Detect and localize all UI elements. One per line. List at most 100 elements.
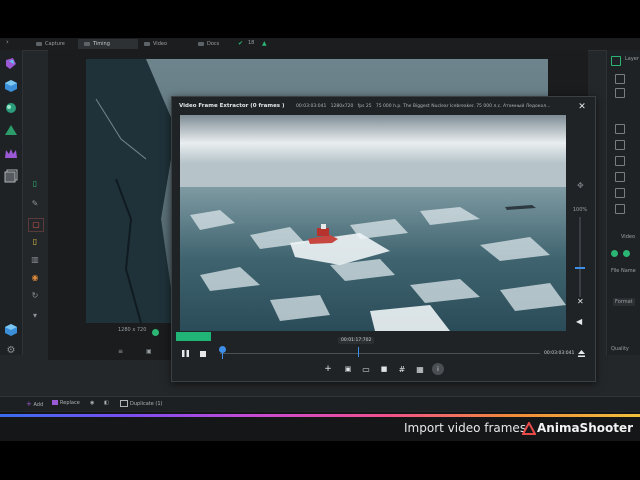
file-name-label: File Name	[611, 268, 636, 274]
pin-icon[interactable]	[615, 74, 625, 84]
mountain-tool-icon[interactable]	[3, 122, 19, 138]
lock-icon[interactable]: ▣	[146, 348, 152, 355]
docs-icon	[198, 41, 204, 46]
loop-icon[interactable]: ↻	[28, 290, 42, 302]
in-point-line	[222, 353, 223, 359]
layer-icon-2[interactable]	[615, 140, 625, 150]
tag-icon[interactable]	[615, 204, 625, 214]
move-icon[interactable]: ✥	[577, 181, 584, 190]
video-check-icon-2[interactable]	[623, 250, 630, 257]
info-icon[interactable]: i	[432, 363, 444, 375]
tab-video-label: Video	[153, 41, 168, 47]
frames-tool-icon[interactable]	[3, 168, 19, 184]
format-dropdown[interactable]: Format	[613, 298, 635, 306]
brush-icon[interactable]: ✎	[28, 198, 42, 210]
grid-icon[interactable]	[615, 188, 625, 198]
replace-label: Replace	[60, 400, 80, 406]
timecode: 00:03:03:041	[296, 104, 327, 109]
background-check-icon[interactable]	[152, 329, 159, 336]
duplicate-button[interactable]: Duplicate (1)	[120, 400, 163, 407]
video-icon	[144, 41, 150, 46]
record-box-icon[interactable]: ▢	[28, 218, 44, 232]
tab-timing[interactable]: Timing	[78, 39, 138, 49]
video-preview[interactable]	[180, 115, 566, 331]
end-time: 00:03:03:041	[544, 351, 575, 356]
volume-icon[interactable]: ◀	[576, 317, 582, 326]
options-icon[interactable]: ≡	[118, 348, 123, 355]
tab-capture[interactable]: Capture	[30, 39, 71, 49]
animashooter-logo-icon	[522, 422, 536, 435]
dialog-toolbar: + ▣ ▭ ■ # ▦ i	[172, 363, 595, 377]
layers-label: Layer	[625, 56, 639, 62]
layers-icon[interactable]	[611, 56, 621, 66]
zoom-level: 100%	[572, 207, 588, 213]
screen-icon[interactable]: ■	[378, 363, 390, 375]
cube-tool-icon[interactable]	[3, 78, 19, 94]
timing-icon	[84, 41, 90, 46]
stop-icon[interactable]	[200, 351, 206, 357]
sliders-icon[interactable]	[615, 88, 625, 98]
tab-capture-label: Capture	[45, 41, 65, 47]
left-toolbar: ⚙	[0, 50, 23, 358]
crosshair-icon[interactable]: +	[322, 363, 334, 375]
tab-docs[interactable]: Docs	[192, 39, 225, 49]
hash-grid-icon[interactable]: #	[396, 363, 408, 375]
tab-docs-label: Docs	[207, 41, 220, 47]
replace-icon	[52, 400, 58, 405]
right-panel: Layer Video File Name Format Quality	[606, 50, 640, 355]
scrub-track[interactable]	[220, 353, 540, 354]
layer-icon-4[interactable]	[615, 172, 625, 182]
replace-button[interactable]: Replace	[52, 400, 80, 406]
zoom-slider-knob[interactable]	[575, 267, 585, 269]
brand-name: AnimaShooter	[537, 421, 634, 435]
bottom-toolbar: + Add Replace ◉ ◧ Duplicate (1)	[0, 396, 640, 411]
current-time-bubble: 00:01:17:702	[338, 337, 375, 344]
frame-select-icon[interactable]: ▣	[342, 363, 354, 375]
duplicate-label: Duplicate (1)	[130, 401, 163, 407]
import-marker[interactable]	[176, 332, 211, 341]
settings-gear-icon[interactable]: ⚙	[3, 342, 19, 358]
page-icon[interactable]: ▯	[28, 178, 42, 190]
tab-timing-label: Timing	[93, 41, 110, 47]
add-button[interactable]: + Add	[26, 400, 43, 408]
layer-icon-3[interactable]	[615, 156, 625, 166]
tab-video[interactable]: Video	[138, 39, 173, 49]
caption-bar: Import video frames AnimaShooter	[0, 417, 640, 441]
dialog-title: Video Frame Extractor (0 frames )	[179, 103, 285, 109]
check-icon[interactable]: ✔	[238, 38, 243, 49]
chevron-right-icon[interactable]: ›	[6, 38, 9, 46]
resolution: 1280x720	[330, 104, 354, 109]
quality-label: Quality	[611, 346, 629, 352]
playhead[interactable]	[358, 347, 359, 357]
crown-tool-icon[interactable]	[3, 146, 19, 162]
video-frame-extractor-dialog: Video Frame Extractor (0 frames ) 00:03:…	[171, 96, 596, 382]
flip-icon[interactable]: ◧	[104, 400, 109, 406]
background-resolution: 1280 x 720	[118, 327, 147, 333]
fps: fps 25	[357, 104, 372, 109]
trash-icon[interactable]: ▾	[28, 310, 42, 322]
pause-icon[interactable]	[181, 349, 190, 358]
add-label: Add	[33, 402, 44, 408]
layer-icon[interactable]: ▲	[262, 38, 267, 49]
dialog-meta: 00:03:03:041 1280x720 fps 25 75 000 h.p.…	[296, 104, 550, 109]
zoom-slider-track[interactable]	[579, 217, 581, 297]
video-section-label: Video	[621, 234, 636, 240]
fit-icon[interactable]: ▭	[360, 363, 372, 375]
onion-skin-icon[interactable]	[3, 100, 19, 116]
eject-icon[interactable]	[577, 349, 586, 358]
video-check-icon[interactable]	[611, 250, 618, 257]
in-point-handle[interactable]	[219, 346, 226, 353]
close-icon[interactable]: ✕	[576, 101, 588, 113]
animation-tool-icon[interactable]	[3, 56, 19, 72]
plus-icon: +	[26, 400, 32, 408]
camera-icon	[36, 41, 42, 46]
clear-icon[interactable]: ✕	[577, 297, 584, 306]
cube-tool-icon-2[interactable]	[3, 322, 19, 338]
layer-icon-1[interactable]	[615, 124, 625, 134]
grid-icon[interactable]: ▦	[414, 363, 426, 375]
levels-icon[interactable]: ▥	[28, 254, 42, 266]
marker-icon[interactable]: ▯	[28, 236, 42, 248]
duplicate-icon	[120, 400, 128, 407]
color-wheel-icon[interactable]: ◉	[28, 272, 42, 284]
eye-icon[interactable]: ◉	[90, 400, 94, 406]
